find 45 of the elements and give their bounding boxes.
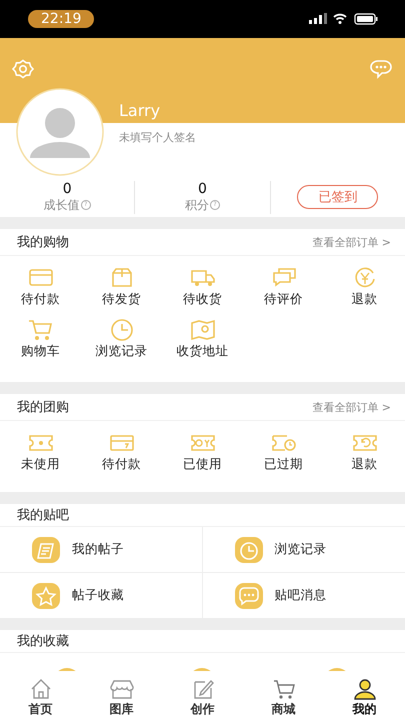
menu-item[interactable]: 已过期: [264, 456, 303, 473]
menu-item[interactable]: 购物车: [21, 343, 60, 360]
section-title: 我的团购: [17, 399, 69, 416]
view-all-orders-link[interactable]: 查看全部订单 >: [312, 234, 391, 250]
stat-label: 积分: [184, 196, 209, 214]
menu-item[interactable]: 待发货: [102, 291, 141, 308]
avatar[interactable]: [16, 88, 104, 176]
tab[interactable]: 我的: [324, 671, 405, 720]
menu-item[interactable]: 未使用: [21, 456, 60, 473]
menu-item[interactable]: 收货地址: [176, 343, 228, 360]
tab[interactable]: 图库: [81, 671, 162, 720]
section-title: 我的贴吧: [17, 507, 69, 524]
menu-item[interactable]: 待付款: [21, 291, 60, 308]
person-icon: [352, 676, 378, 700]
menu-item[interactable]: 待付款: [102, 456, 141, 473]
section-title: 我的购物: [17, 234, 69, 251]
star-icon[interactable]: [32, 582, 60, 608]
menu-item[interactable]: 帖子收藏: [72, 587, 124, 604]
battery-icon: [354, 13, 378, 25]
menu-item[interactable]: 已使用: [183, 456, 222, 473]
menu-item[interactable]: 浏览记录: [274, 541, 326, 558]
signal-icon: [309, 13, 327, 24]
chat-icon[interactable]: [234, 582, 262, 608]
chat-icon[interactable]: [369, 58, 393, 80]
stat-value: 0: [198, 180, 207, 196]
menu-item[interactable]: 待收货: [183, 291, 222, 308]
menu-item[interactable]: 待评价: [264, 291, 303, 308]
menu-item[interactable]: 贴吧消息: [274, 587, 326, 604]
menu-item[interactable]: 退款: [352, 456, 378, 473]
tab[interactable]: 商城: [243, 671, 324, 720]
menu-item[interactable]: 退款: [352, 291, 378, 308]
menu-item[interactable]: 我的帖子: [72, 541, 124, 558]
tab[interactable]: 首页: [0, 671, 81, 720]
stat-value: 0: [62, 180, 72, 196]
status-time: 22:19: [28, 10, 94, 28]
tab[interactable]: 创作: [162, 671, 243, 720]
stat-label: 成长值: [44, 196, 80, 214]
wifi-icon: [333, 14, 347, 24]
clock-icon[interactable]: [234, 536, 262, 562]
menu-item[interactable]: 浏览记录: [96, 343, 148, 360]
user-name: Larry: [119, 101, 162, 122]
view-all-orders-link[interactable]: 查看全部订单 >: [312, 400, 391, 414]
user-signature: 未填写个人签名: [119, 130, 196, 145]
document-icon[interactable]: [32, 536, 60, 562]
section-title: 我的收藏: [17, 633, 69, 650]
